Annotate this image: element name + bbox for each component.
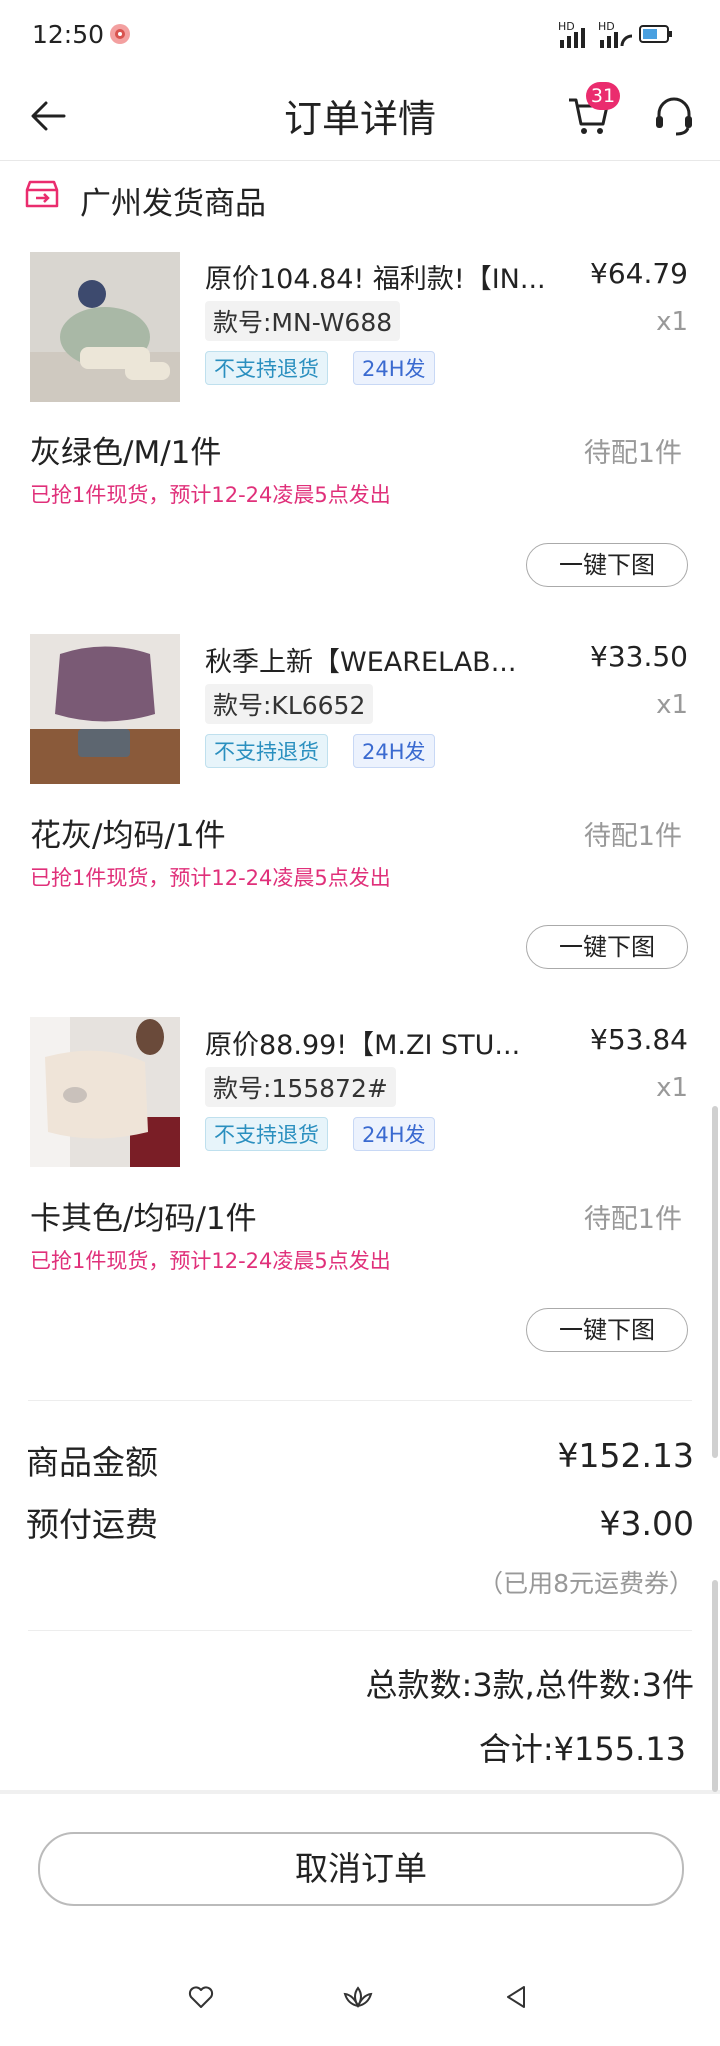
pending-status: 待配1件 <box>583 821 682 852</box>
product-qty: x1 <box>656 1073 688 1103</box>
tag-24h: 24H发 <box>353 351 435 385</box>
product-price: ¥33.50 <box>590 640 688 673</box>
shop-label: 广州发货商品 <box>80 186 266 222</box>
status-time: 12:50 <box>32 20 105 49</box>
tag-no-return: 不支持退货 <box>205 351 328 385</box>
totals-divider <box>28 1630 692 1631</box>
style-number: 款号:155872# <box>205 1067 396 1107</box>
hd-signal-icon: HD <box>558 20 585 48</box>
product-qty: x1 <box>656 690 688 720</box>
hd-signal-2-icon: HD <box>598 20 633 48</box>
cart-badge: 31 <box>586 82 620 110</box>
product-price: ¥53.84 <box>590 1023 688 1056</box>
download-images-button[interactable]: 一键下图 <box>526 543 688 587</box>
product-spec: 花灰/均码/1件 <box>30 818 226 854</box>
product-image[interactable] <box>30 634 180 784</box>
product-image[interactable] <box>30 252 180 402</box>
product-title: 秋季上新【WEARELAB... <box>205 647 517 678</box>
battery-icon <box>639 25 672 43</box>
pending-status: 待配1件 <box>583 438 682 469</box>
lotus-icon[interactable] <box>342 1984 374 2012</box>
product-qty: x1 <box>656 307 688 337</box>
system-nav-bar <box>0 1960 720 2046</box>
freight-value: ¥3.00 <box>599 1504 694 1543</box>
product-card[interactable]: 秋季上新【WEARELAB... ¥33.50 款号:KL6652 x1 不支持… <box>0 628 720 969</box>
section-band <box>0 1790 720 1794</box>
tag-24h: 24H发 <box>353 1117 435 1151</box>
style-number: 款号:KL6652 <box>205 684 374 724</box>
tag-no-return: 不支持退货 <box>205 1117 328 1151</box>
scrollbar[interactable] <box>712 1106 718 1458</box>
headset-icon[interactable] <box>652 94 696 138</box>
goods-amount-label: 商品金额 <box>26 1443 158 1482</box>
svg-text:HD: HD <box>558 20 575 33</box>
download-images-button[interactable]: 一键下图 <box>526 1308 688 1352</box>
back-triangle-icon[interactable] <box>504 1984 528 2010</box>
product-card[interactable]: 原价88.99!【M.ZI STU... ¥53.84 款号:155872# x… <box>0 1011 720 1352</box>
product-spec: 灰绿色/M/1件 <box>30 435 222 471</box>
coupon-note: （已用8元运费券） <box>478 1569 694 1598</box>
app-notification-icon <box>110 24 130 44</box>
ship-note: 已抢1件现货，预计12-24凌晨5点发出 <box>30 1249 391 1273</box>
style-number: 款号:MN-W688 <box>205 301 401 341</box>
summary-divider <box>28 1400 692 1401</box>
grand-total: 合计:¥155.13 <box>478 1730 686 1768</box>
product-image[interactable] <box>30 1017 180 1167</box>
heart-icon[interactable] <box>188 1984 214 2010</box>
status-bar: 12:50 HD HD <box>0 0 720 72</box>
shop-box-icon <box>25 180 59 208</box>
svg-text:HD: HD <box>598 20 615 33</box>
cancel-order-button[interactable]: 取消订单 <box>38 1832 684 1906</box>
product-card[interactable]: 原价104.84! 福利款!【IN... ¥64.79 款号:MN-W688 x… <box>0 245 720 587</box>
ship-note: 已抢1件现货，预计12-24凌晨5点发出 <box>30 483 391 507</box>
tag-24h: 24H发 <box>353 734 435 768</box>
product-price: ¥64.79 <box>590 257 688 290</box>
download-images-button[interactable]: 一键下图 <box>526 925 688 969</box>
pending-status: 待配1件 <box>583 1204 682 1235</box>
product-title: 原价104.84! 福利款!【IN... <box>205 264 546 295</box>
scrollbar-lower[interactable] <box>712 1580 718 1792</box>
goods-amount-value: ¥152.13 <box>557 1436 694 1475</box>
freight-label: 预付运费 <box>26 1505 158 1544</box>
tag-no-return: 不支持退货 <box>205 734 328 768</box>
product-spec: 卡其色/均码/1件 <box>30 1201 257 1237</box>
product-title: 原价88.99!【M.ZI STU... <box>205 1030 521 1061</box>
item-counts: 总款数:3款,总件数:3件 <box>365 1666 694 1704</box>
ship-note: 已抢1件现货，预计12-24凌晨5点发出 <box>30 866 391 890</box>
